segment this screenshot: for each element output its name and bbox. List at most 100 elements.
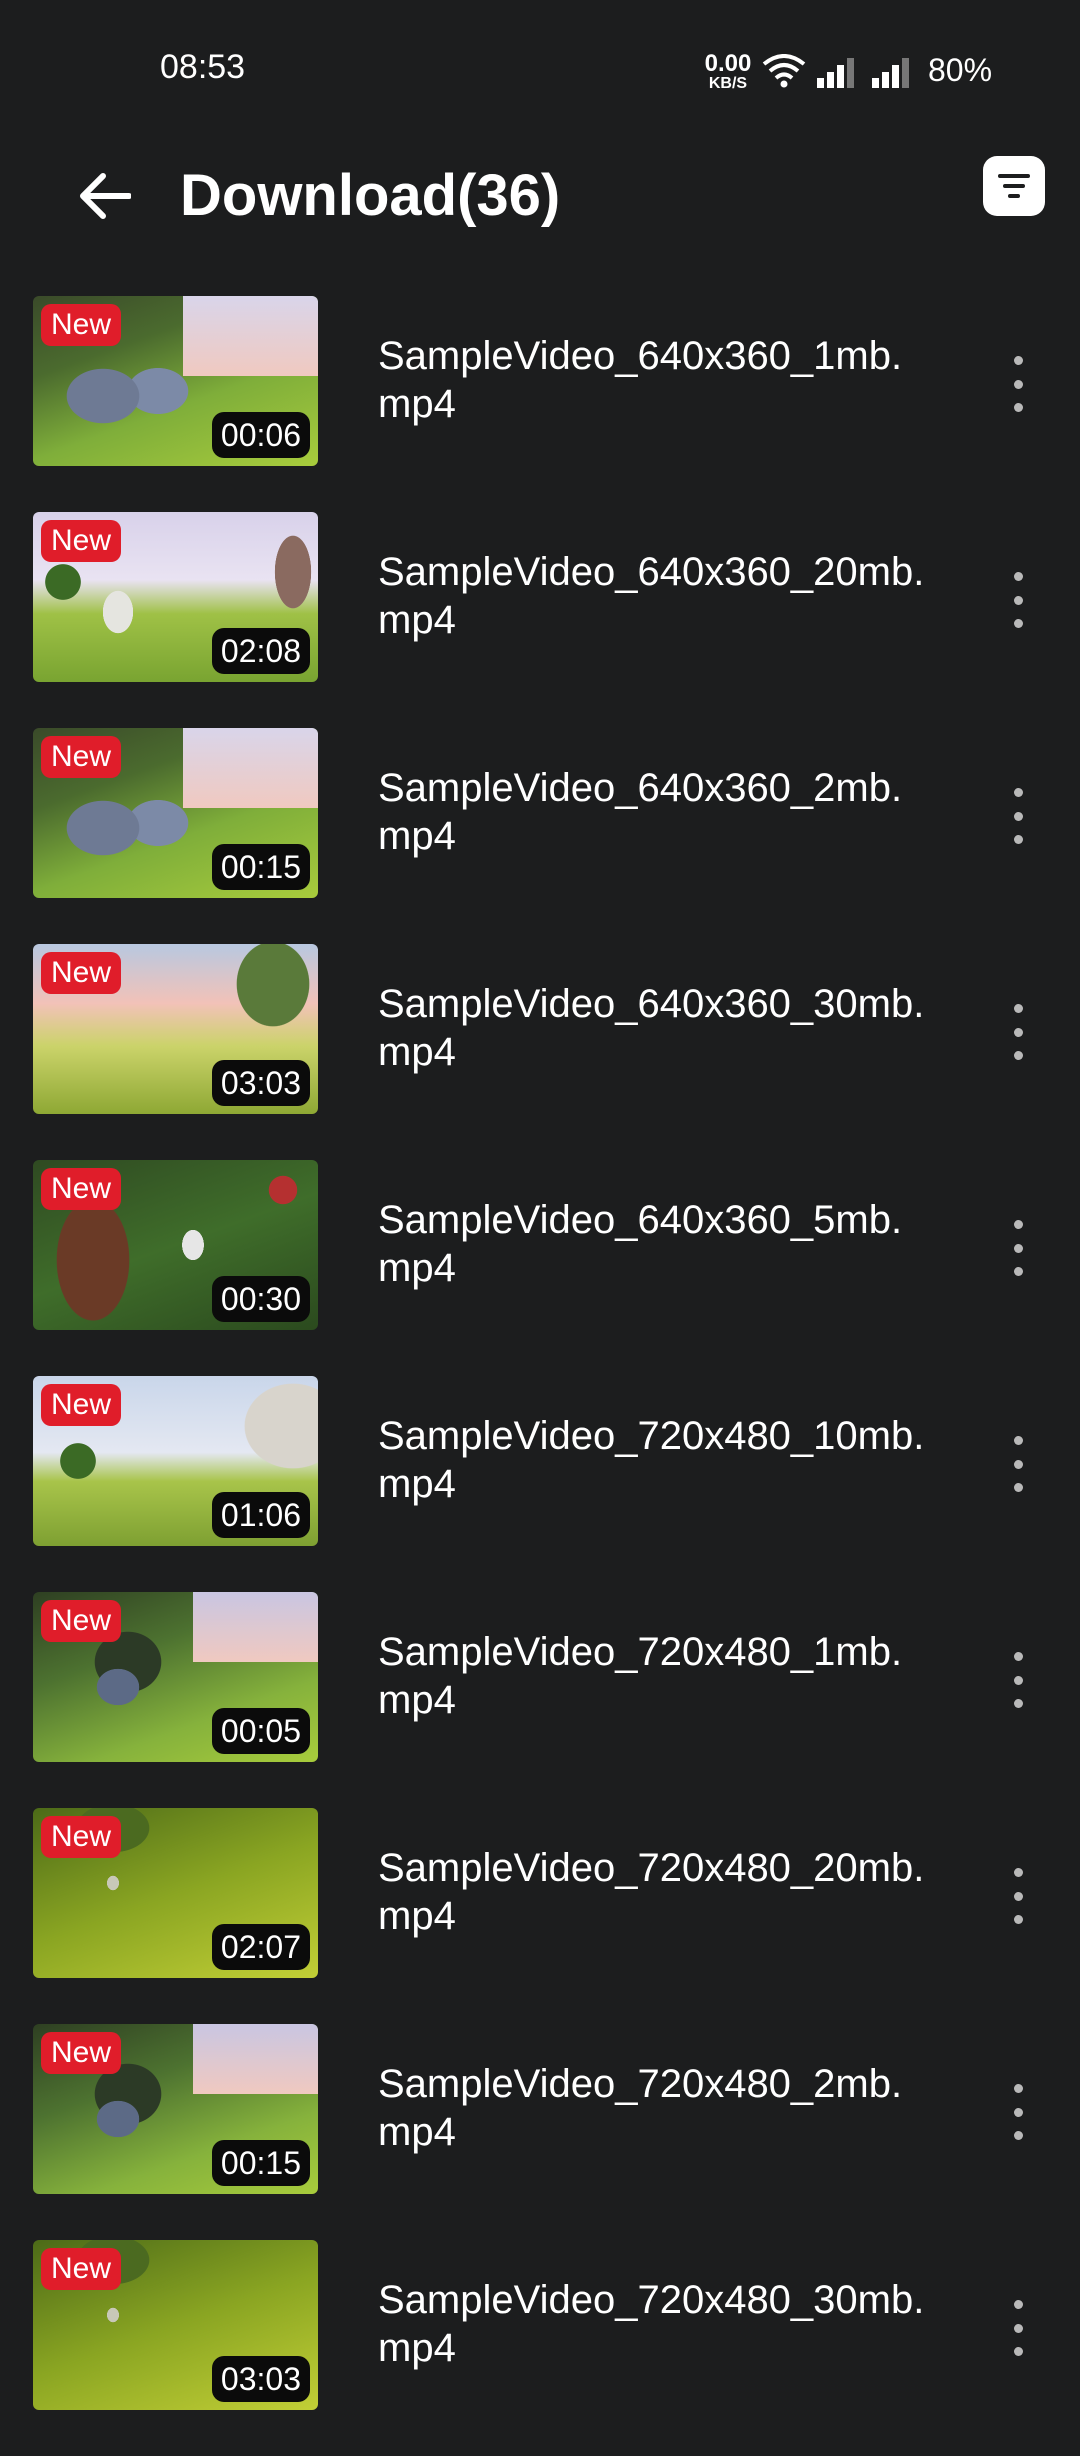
more-vertical-icon xyxy=(1013,1004,1023,1013)
more-vertical-icon xyxy=(1013,379,1023,389)
more-vertical-icon xyxy=(1013,1051,1023,1060)
more-vertical-icon xyxy=(1013,1868,1023,1877)
duration-label: 02:07 xyxy=(211,1923,310,1970)
video-name: SampleVideo_640x360_5mb. mp4 xyxy=(378,1198,903,1290)
list-item[interactable]: New 01:06 SampleVideo_720x480_10mb. mp4 xyxy=(0,1376,1080,1592)
more-vertical-icon xyxy=(1013,1436,1023,1445)
more-options-button[interactable] xyxy=(1000,356,1036,412)
more-vertical-icon xyxy=(1013,356,1023,365)
more-options-button[interactable] xyxy=(1000,1220,1036,1276)
video-thumbnail[interactable]: New 00:30 xyxy=(33,1160,318,1330)
duration-label: 03:03 xyxy=(211,1059,310,1106)
new-badge: New xyxy=(41,520,122,562)
more-vertical-icon xyxy=(1013,2131,1023,2140)
more-vertical-icon xyxy=(1013,2347,1023,2356)
duration-label: 03:03 xyxy=(211,2355,310,2402)
video-name: SampleVideo_720x480_20mb. mp4 xyxy=(378,1846,925,1938)
video-thumbnail[interactable]: New 01:06 xyxy=(33,1376,318,1546)
more-vertical-icon xyxy=(1013,2107,1023,2117)
more-vertical-icon xyxy=(1013,2084,1023,2093)
video-thumbnail[interactable]: New 03:03 xyxy=(33,2240,318,2410)
more-vertical-icon xyxy=(1013,788,1023,797)
duration-label: 00:05 xyxy=(211,1707,310,1754)
new-badge: New xyxy=(41,1384,122,1426)
video-name: SampleVideo_640x360_1mb. mp4 xyxy=(378,334,903,426)
video-thumbnail[interactable]: New 00:15 xyxy=(33,2024,318,2194)
filter-button[interactable] xyxy=(983,156,1045,216)
video-thumbnail[interactable]: New 02:07 xyxy=(33,1808,318,1978)
more-vertical-icon xyxy=(1013,1459,1023,1469)
list-item[interactable]: New 00:06 SampleVideo_640x360_1mb. mp4 xyxy=(0,296,1080,512)
more-vertical-icon xyxy=(1013,572,1023,581)
list-item[interactable]: New 03:03 SampleVideo_720x480_30mb. mp4 xyxy=(0,2240,1080,2456)
video-thumbnail[interactable]: New 00:06 xyxy=(33,296,318,466)
list-item[interactable]: New 00:30 SampleVideo_640x360_5mb. mp4 xyxy=(0,1160,1080,1376)
more-options-button[interactable] xyxy=(1000,1868,1036,1924)
more-vertical-icon xyxy=(1013,1675,1023,1685)
signal-sim2-icon xyxy=(872,58,909,88)
more-options-button[interactable] xyxy=(1000,1436,1036,1492)
duration-label: 02:08 xyxy=(211,627,310,674)
more-vertical-icon xyxy=(1013,595,1023,605)
duration-label: 00:15 xyxy=(211,843,310,890)
more-vertical-icon xyxy=(1013,1243,1023,1253)
more-options-button[interactable] xyxy=(1000,1652,1036,1708)
network-speed-unit: KB/S xyxy=(708,75,748,92)
signal-sim1-icon xyxy=(817,58,854,88)
list-item[interactable]: New 00:15 SampleVideo_720x480_2mb. mp4 xyxy=(0,2024,1080,2240)
more-options-button[interactable] xyxy=(1000,2084,1036,2140)
list-item[interactable]: New 02:07 SampleVideo_720x480_20mb. mp4 xyxy=(0,1808,1080,2024)
more-options-button[interactable] xyxy=(1000,788,1036,844)
more-vertical-icon xyxy=(1013,1220,1023,1229)
list-item[interactable]: New 02:08 SampleVideo_640x360_20mb. mp4 xyxy=(0,512,1080,728)
more-vertical-icon xyxy=(1013,1915,1023,1924)
duration-label: 00:15 xyxy=(211,2139,310,2186)
duration-label: 00:06 xyxy=(211,411,310,458)
new-badge: New xyxy=(41,952,122,994)
more-vertical-icon xyxy=(1013,835,1023,844)
video-name: SampleVideo_720x480_1mb. mp4 xyxy=(378,1630,903,1722)
more-options-button[interactable] xyxy=(1000,572,1036,628)
video-name: SampleVideo_720x480_2mb. mp4 xyxy=(378,2062,903,2154)
arrow-left-icon xyxy=(80,173,131,219)
list-item[interactable]: New 00:05 SampleVideo_720x480_1mb. mp4 xyxy=(0,1592,1080,1808)
more-vertical-icon xyxy=(1013,1027,1023,1037)
more-vertical-icon xyxy=(1013,1267,1023,1276)
back-button[interactable] xyxy=(72,166,138,226)
video-thumbnail[interactable]: New 03:03 xyxy=(33,944,318,1114)
battery-level: 80% xyxy=(928,52,993,88)
new-badge: New xyxy=(41,1816,122,1858)
new-badge: New xyxy=(41,1600,122,1642)
wifi-icon xyxy=(762,54,806,88)
duration-label: 00:30 xyxy=(211,1275,310,1322)
more-vertical-icon xyxy=(1013,2300,1023,2309)
more-vertical-icon xyxy=(1013,811,1023,821)
app-header: Download(36) xyxy=(0,140,1080,250)
new-badge: New xyxy=(41,2032,122,2074)
list-item[interactable]: New 03:03 SampleVideo_640x360_30mb. mp4 xyxy=(0,944,1080,1160)
video-thumbnail[interactable]: New 02:08 xyxy=(33,512,318,682)
status-time: 08:53 xyxy=(160,48,246,86)
more-vertical-icon xyxy=(1013,1699,1023,1708)
status-bar: 08:53 0.00 KB/S 80% xyxy=(0,0,1080,140)
video-name: SampleVideo_720x480_30mb. mp4 xyxy=(378,2278,925,2370)
duration-label: 01:06 xyxy=(211,1491,310,1538)
new-badge: New xyxy=(41,736,122,778)
video-thumbnail[interactable]: New 00:05 xyxy=(33,1592,318,1762)
video-thumbnail[interactable]: New 00:15 xyxy=(33,728,318,898)
list-item[interactable]: New 00:15 SampleVideo_640x360_2mb. mp4 xyxy=(0,728,1080,944)
filter-list-icon xyxy=(998,174,1030,198)
network-speed-value: 0.00 xyxy=(704,50,752,77)
video-name: SampleVideo_640x360_20mb. mp4 xyxy=(378,550,925,642)
video-name: SampleVideo_640x360_30mb. mp4 xyxy=(378,982,925,1074)
video-name: SampleVideo_640x360_2mb. mp4 xyxy=(378,766,903,858)
video-name: SampleVideo_720x480_10mb. mp4 xyxy=(378,1414,925,1506)
more-options-button[interactable] xyxy=(1000,2300,1036,2356)
more-vertical-icon xyxy=(1013,1652,1023,1661)
more-vertical-icon xyxy=(1013,403,1023,412)
more-vertical-icon xyxy=(1013,1891,1023,1901)
new-badge: New xyxy=(41,2248,122,2290)
more-vertical-icon xyxy=(1013,619,1023,628)
more-vertical-icon xyxy=(1013,2323,1023,2333)
more-options-button[interactable] xyxy=(1000,1004,1036,1060)
